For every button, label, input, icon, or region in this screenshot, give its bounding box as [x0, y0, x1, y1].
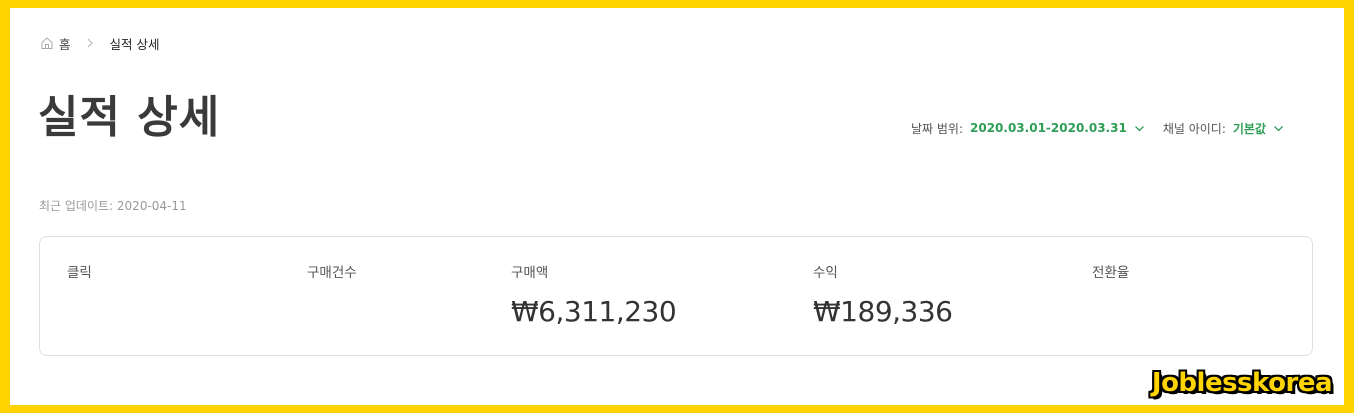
- home-icon[interactable]: [40, 36, 54, 50]
- breadcrumb: 홈 실적 상세: [40, 34, 160, 52]
- stat-clicks: 클릭: [67, 261, 92, 295]
- stat-label: 수익: [813, 265, 838, 281]
- stat-label: 클릭: [67, 265, 92, 281]
- date-range-dropdown[interactable]: 날짜 범위: 2020.03.01-2020.03.31: [911, 120, 1145, 137]
- channel-id-label: 채널 아이디:: [1162, 121, 1226, 136]
- channel-id-value[interactable]: 기본값: [1233, 120, 1266, 137]
- breadcrumb-home-link[interactable]: 홈: [59, 34, 71, 53]
- breadcrumb-current: 실적 상세: [109, 36, 160, 52]
- watermark-logo: Joblesskorea: [1151, 368, 1333, 398]
- chevron-right-icon: [84, 37, 96, 49]
- stat-value: ₩189,336: [813, 295, 953, 328]
- channel-id-dropdown[interactable]: 채널 아이디: 기본값: [1163, 120, 1284, 137]
- filter-bar: 날짜 범위: 2020.03.01-2020.03.31 채널 아이디: 기본값: [911, 118, 1284, 138]
- chevron-down-icon[interactable]: [1273, 123, 1284, 134]
- last-updated-text: 최근 업데이트: 2020-04-11: [39, 199, 187, 213]
- stat-label: 구매건수: [307, 265, 357, 281]
- stats-card: 클릭 구매건수 구매액 ₩6,311,230 수익 ₩189,336 전환율: [39, 236, 1313, 356]
- chevron-down-icon[interactable]: [1134, 123, 1145, 134]
- date-range-value[interactable]: 2020.03.01-2020.03.31: [970, 121, 1127, 135]
- stat-label: 전환율: [1092, 265, 1130, 281]
- stat-label: 구매액: [511, 265, 549, 281]
- stat-purchase-amount: 구매액 ₩6,311,230: [511, 261, 677, 328]
- date-range-label: 날짜 범위:: [910, 121, 963, 136]
- page-title: 실적 상세: [38, 92, 221, 143]
- stat-value: ₩6,311,230: [511, 295, 677, 328]
- stat-revenue: 수익 ₩189,336: [813, 261, 953, 328]
- stat-conversion-rate: 전환율: [1092, 261, 1129, 295]
- content-panel: 홈 실적 상세 실적 상세 날짜 범위: 2020.03.01-2020.03.…: [10, 8, 1344, 405]
- stat-purchase-count: 구매건수: [307, 261, 357, 295]
